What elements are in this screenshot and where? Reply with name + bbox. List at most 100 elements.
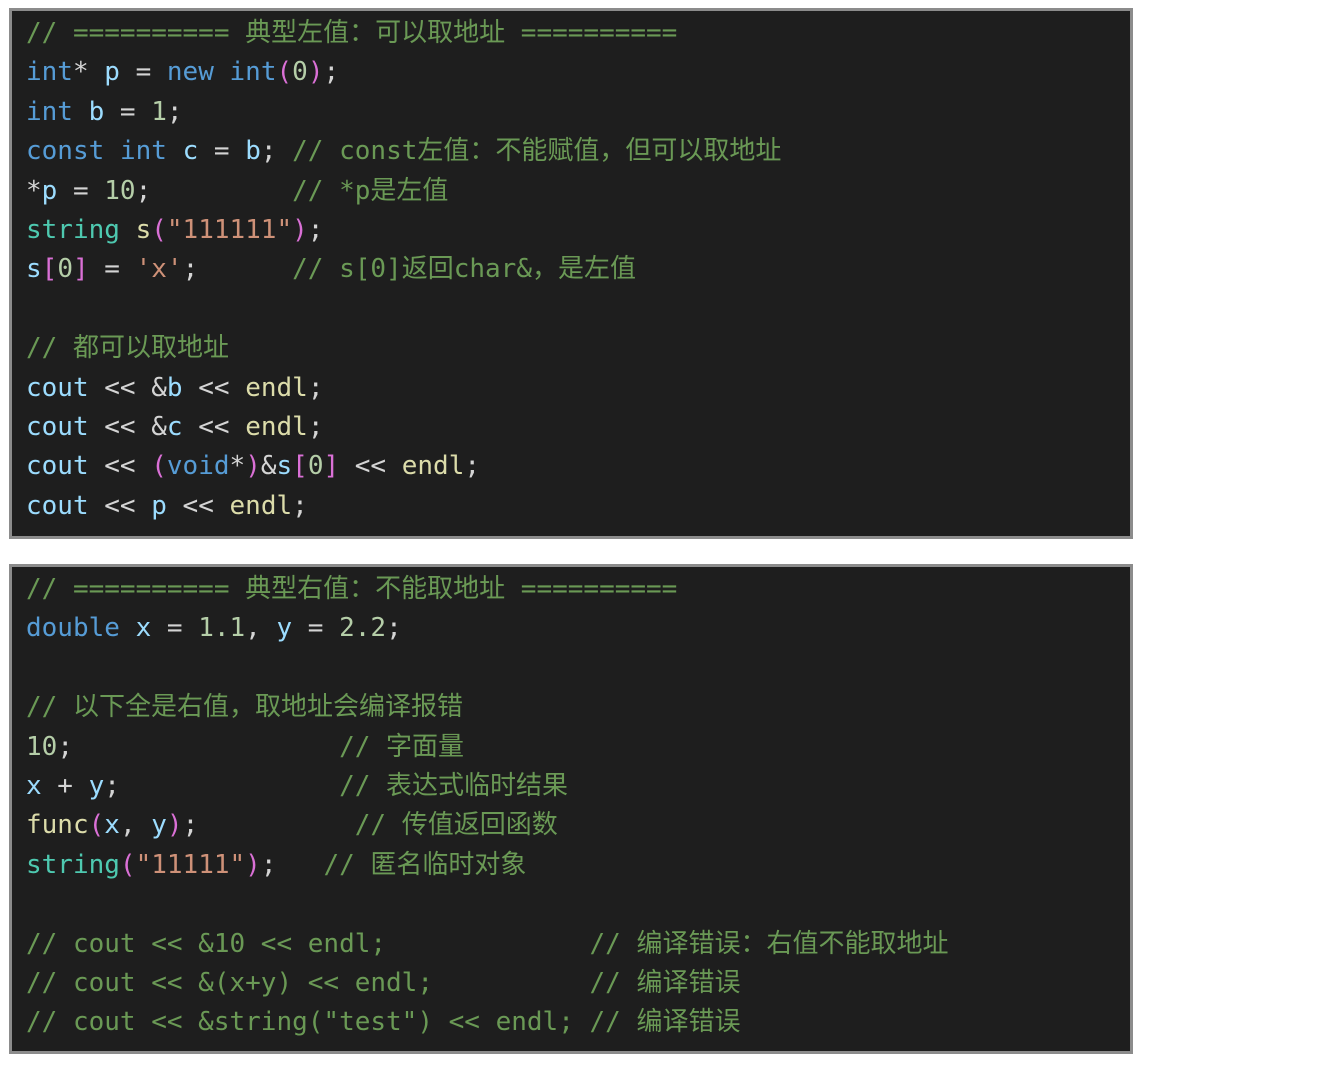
code-token: 10 (26, 731, 58, 762)
code-token: int (26, 96, 73, 127)
code-token: y (276, 613, 293, 644)
code-token: = (88, 254, 136, 285)
code-token: ; (166, 96, 183, 127)
code-line: // 都可以取地址 (26, 329, 1122, 368)
code-token: ; (323, 57, 340, 88)
code-token: cout (26, 411, 89, 442)
code-token: "11111" (135, 849, 246, 880)
code-token: endl (401, 451, 465, 482)
code-token: b (166, 372, 183, 403)
code-token: [ (292, 451, 308, 482)
code-token: & (260, 451, 277, 482)
code-token: ) (166, 810, 183, 841)
code-token: "111111" (166, 214, 293, 245)
code-token: 1.1 (198, 613, 246, 644)
code-token: int (119, 136, 167, 167)
code-token: // const左值：不能赋值，但可以取地址 (292, 136, 782, 167)
code-token: y (151, 810, 167, 841)
code-token: s (26, 254, 42, 285)
code-token: 0 (292, 57, 308, 88)
code-token: = (119, 57, 167, 88)
code-token: << & (88, 372, 167, 403)
code-token: << (182, 372, 246, 403)
code-line: double x = 1.1, y = 2.2; (26, 609, 1122, 648)
code-token: endl (245, 411, 308, 442)
code-token: // 都可以取地址 (26, 333, 229, 364)
code-token: x (135, 613, 152, 644)
code-block: // ========== 典型左值：可以取地址 ========== int* … (26, 14, 1122, 526)
code-token: ] (72, 254, 89, 285)
code-token: , (245, 613, 277, 644)
code-token: x (104, 810, 120, 841)
code-token: ; (292, 490, 308, 521)
code-token: c (166, 411, 183, 442)
code-token: // cout << &(x+y) << endl; // 编译错误 (26, 967, 741, 998)
code-token: << (339, 451, 402, 482)
code-token: << (182, 411, 246, 442)
code-line: s[0] = 'x'; // s[0]返回char&，是左值 (26, 250, 1122, 289)
code-token: ; (182, 254, 293, 285)
code-line: cout << &b << endl; (26, 369, 1122, 408)
code-token: b (245, 136, 261, 167)
code-token: string (26, 214, 120, 245)
code-token: // cout << &string("test") << endl; // 编… (26, 1007, 741, 1038)
code-line: string s("111111"); (26, 211, 1122, 250)
code-token: // 传值返回函数 (354, 810, 558, 841)
code-token: c (182, 136, 199, 167)
code-token: func (26, 810, 89, 841)
code-token: = (151, 613, 199, 644)
code-token: + (41, 770, 89, 801)
code-token: x (26, 770, 42, 801)
code-token: int (26, 57, 73, 88)
code-token: ( (119, 849, 136, 880)
code-token: ) (245, 451, 261, 482)
code-token: cout (26, 372, 89, 403)
code-token: // 字面量 (339, 731, 465, 762)
code-token: const (26, 136, 105, 167)
code-token: p (104, 57, 120, 88)
code-token: p (41, 175, 58, 206)
code-token: ; (307, 214, 324, 245)
code-token: 10 (104, 175, 136, 206)
code-token: ; (182, 810, 355, 841)
code-token: y (88, 770, 105, 801)
code-line: x + y; // 表达式临时结果 (26, 767, 1122, 806)
code-line: // ========== 典型右值：不能取地址 ========== (26, 570, 1122, 609)
code-token: * (26, 175, 42, 206)
code-token: 1 (151, 96, 167, 127)
code-line: cout << &c << endl; (26, 408, 1122, 447)
code-token: ; (260, 136, 293, 167)
code-line: // cout << &10 << endl; // 编译错误：右值不能取地址 (26, 925, 1122, 964)
code-token: endl (245, 372, 308, 403)
code-line: cout << (void*)&s[0] << endl; (26, 447, 1122, 486)
code-token: new (166, 57, 214, 88)
code-token: = (104, 96, 152, 127)
code-token: 0 (57, 254, 73, 285)
code-token: << (88, 490, 152, 521)
code-token: cout (26, 490, 89, 521)
code-token: ; (57, 731, 340, 762)
code-token: // 以下全是右值，取地址会编译报错 (26, 692, 463, 723)
code-token: p (151, 490, 167, 521)
code-line: // cout << &string("test") << endl; // 编… (26, 1003, 1122, 1042)
code-token: ; (104, 770, 340, 801)
code-token: * (72, 57, 105, 88)
code-token: // ========== 典型左值：可以取地址 ========== (26, 18, 678, 48)
code-token: ( (276, 57, 293, 88)
code-line: // ========== 典型左值：可以取地址 ========== (26, 14, 1122, 53)
code-line: *p = 10; // *p是左值 (26, 172, 1122, 211)
code-token: = (198, 136, 246, 167)
code-token: << (166, 490, 230, 521)
code-line: // cout << &(x+y) << endl; // 编译错误 (26, 964, 1122, 1003)
code-token: << & (88, 411, 167, 442)
code-token: << (88, 451, 152, 482)
code-token: // ========== 典型右值：不能取地址 ========== (26, 574, 678, 604)
